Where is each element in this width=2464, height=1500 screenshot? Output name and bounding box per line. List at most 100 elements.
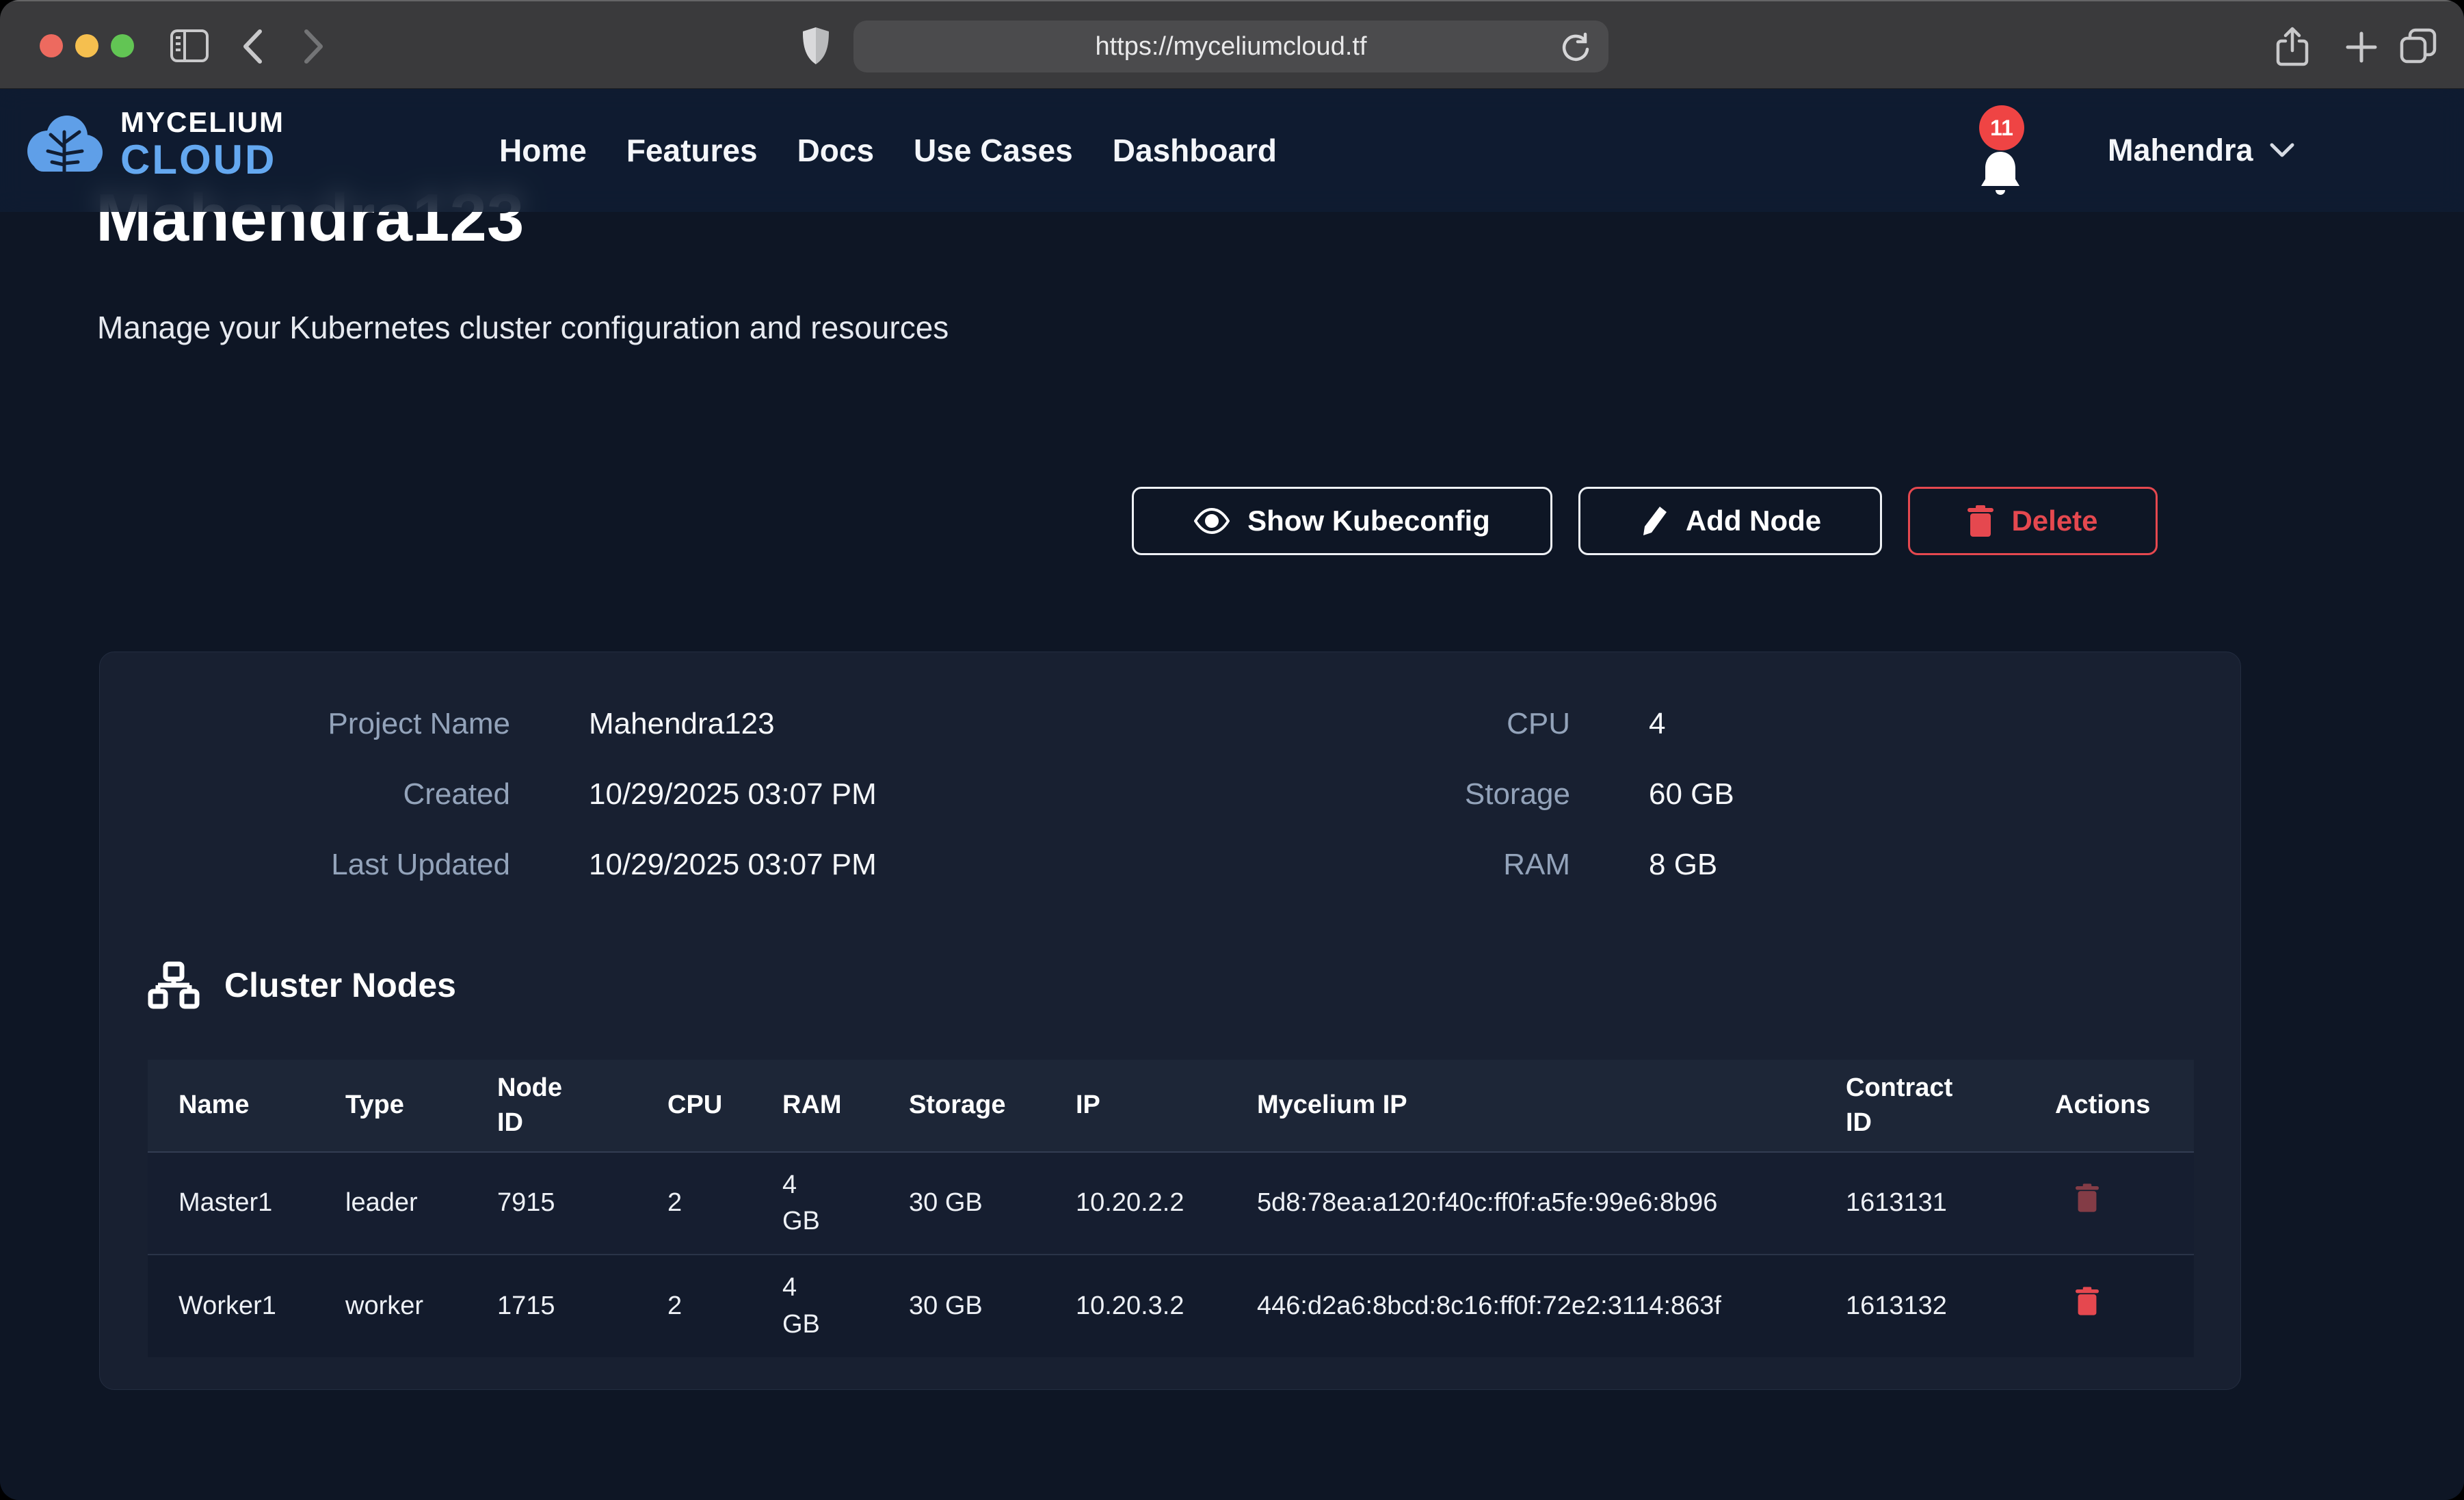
delete-node-icon[interactable] — [2076, 1183, 2099, 1212]
cell-type: worker — [315, 1255, 466, 1357]
col-type: Type — [315, 1060, 466, 1152]
logo-text: MYCELIUM CLOUD — [120, 108, 284, 180]
nav-item-dashboard[interactable]: Dashboard — [1113, 132, 1277, 169]
notifications-button[interactable]: 11 — [1970, 109, 2058, 198]
add-node-button[interactable]: Add Node — [1578, 487, 1882, 555]
cluster-details-panel: Project Name Mahendra123 Created 10/29/2… — [99, 652, 2241, 1390]
col-contract-id: Contract ID — [1815, 1060, 2024, 1152]
browser-toolbar: https://myceliumcloud.tf — [0, 0, 2464, 89]
cpu-label: CPU — [1160, 707, 1570, 741]
storage-label: Storage — [1160, 777, 1570, 812]
address-bar[interactable]: https://myceliumcloud.tf — [853, 21, 1608, 72]
cell-mycelium-ip: 446:d2a6:8bcd:8c16:ff0f:72e2:3114:863f — [1226, 1255, 1815, 1357]
reload-icon[interactable] — [1561, 31, 1591, 64]
show-kubeconfig-button[interactable]: Show Kubeconfig — [1132, 487, 1552, 555]
zoom-window-button[interactable] — [111, 34, 134, 57]
detail-row: Project Name Mahendra123 — [100, 707, 877, 745]
details-right: CPU 4 Storage 60 GB RAM 8 GB — [1160, 707, 1734, 886]
ram-value: 8 GB — [1649, 848, 1717, 882]
back-icon[interactable] — [241, 29, 264, 64]
created-value: 10/29/2025 03:07 PM — [589, 777, 877, 812]
url-text: https://myceliumcloud.tf — [1095, 32, 1366, 62]
col-actions: Actions — [2024, 1060, 2194, 1152]
nav-item-docs[interactable]: Docs — [797, 132, 874, 169]
col-name: Name — [148, 1060, 315, 1152]
logo-line1: MYCELIUM — [120, 106, 284, 138]
cell-name: Master1 — [148, 1152, 315, 1255]
detail-row: Last Updated 10/29/2025 03:07 PM — [100, 848, 877, 886]
close-window-button[interactable] — [40, 34, 63, 57]
cell-type: leader — [315, 1152, 466, 1255]
table-row: Worker1 worker 1715 2 4 GB 30 GB 10.20.3… — [148, 1255, 2194, 1357]
cell-node-id: 1715 — [466, 1255, 637, 1357]
new-tab-icon[interactable] — [2344, 30, 2379, 64]
minimize-window-button[interactable] — [75, 34, 98, 57]
page-content: Mahendra123 Manage your Kubernetes clust… — [0, 89, 2464, 1500]
cell-ram: 4 GB — [752, 1255, 878, 1357]
page-subtitle: Manage your Kubernetes cluster configura… — [97, 309, 949, 346]
cell-actions — [2024, 1255, 2194, 1357]
cell-storage: 30 GB — [878, 1152, 1045, 1255]
details-left: Project Name Mahendra123 Created 10/29/2… — [100, 707, 877, 886]
share-icon[interactable] — [2276, 26, 2309, 67]
storage-value: 60 GB — [1649, 777, 1734, 812]
user-name: Mahendra — [2108, 133, 2253, 168]
cell-ip: 10.20.3.2 — [1045, 1255, 1226, 1357]
cell-cpu: 2 — [637, 1255, 752, 1357]
logo-line2: CLOUD — [120, 139, 284, 180]
delete-cluster-button[interactable]: Delete — [1908, 487, 2158, 555]
cell-contract-id: 1613131 — [1815, 1152, 2024, 1255]
sidebar-icon[interactable] — [170, 29, 209, 63]
table-row: Master1 leader 7915 2 4 GB 30 GB 10.20.2… — [148, 1152, 2194, 1255]
chevron-down-icon — [2270, 142, 2294, 159]
col-node-id: Node ID — [466, 1060, 637, 1152]
col-ip: IP — [1045, 1060, 1226, 1152]
site-logo[interactable]: MYCELIUM CLOUD — [25, 108, 284, 180]
cell-mycelium-ip: 5d8:78ea:a120:f40c:ff0f:a5fe:99e6:8b96 — [1226, 1152, 1815, 1255]
nav-links: Home Features Docs Use Cases Dashboard — [499, 89, 1277, 212]
user-menu[interactable]: Mahendra — [2108, 89, 2294, 212]
bell-icon — [1979, 150, 2022, 198]
col-storage: Storage — [878, 1060, 1045, 1152]
last-updated-label: Last Updated — [100, 848, 510, 882]
detail-row: RAM 8 GB — [1160, 848, 1734, 886]
eye-icon — [1194, 508, 1230, 534]
delete-node-icon[interactable] — [2076, 1287, 2099, 1315]
col-ram: RAM — [752, 1060, 878, 1152]
network-nodes-icon — [148, 961, 200, 1009]
cell-storage: 30 GB — [878, 1255, 1045, 1357]
created-label: Created — [100, 777, 510, 812]
forward-icon[interactable] — [302, 29, 326, 64]
cell-name: Worker1 — [148, 1255, 315, 1357]
cell-node-id: 7915 — [466, 1152, 637, 1255]
nav-item-features[interactable]: Features — [626, 132, 758, 169]
cell-contract-id: 1613132 — [1815, 1255, 2024, 1357]
project-name-label: Project Name — [100, 707, 510, 741]
cluster-actions: Show Kubeconfig Add Node — [1132, 487, 2158, 555]
browser-window: https://myceliumcloud.tf — [0, 0, 2464, 1500]
project-name-value: Mahendra123 — [589, 707, 775, 741]
nav-item-home[interactable]: Home — [499, 132, 587, 169]
tab-overview-icon[interactable] — [2399, 27, 2437, 66]
cluster-nodes-title: Cluster Nodes — [224, 965, 456, 1005]
trash-icon — [1968, 505, 1993, 537]
cluster-nodes-heading: Cluster Nodes — [148, 961, 456, 1009]
mycelium-logo-icon — [25, 111, 105, 177]
delete-label: Delete — [2011, 505, 2097, 537]
add-node-label: Add Node — [1686, 505, 1821, 537]
detail-row: Created 10/29/2025 03:07 PM — [100, 777, 877, 816]
privacy-shield-icon — [802, 26, 830, 66]
col-cpu: CPU — [637, 1060, 752, 1152]
cell-ip: 10.20.2.2 — [1045, 1152, 1226, 1255]
cell-actions — [2024, 1152, 2194, 1255]
cell-ram: 4 GB — [752, 1152, 878, 1255]
cell-cpu: 2 — [637, 1152, 752, 1255]
table-header-row: Name Type Node ID CPU RAM Storage IP Myc… — [148, 1060, 2194, 1152]
last-updated-value: 10/29/2025 03:07 PM — [589, 848, 877, 882]
nav-item-use-cases[interactable]: Use Cases — [914, 132, 1073, 169]
detail-row: Storage 60 GB — [1160, 777, 1734, 816]
show-kubeconfig-label: Show Kubeconfig — [1247, 505, 1490, 537]
col-mycelium-ip: Mycelium IP — [1226, 1060, 1815, 1152]
ram-label: RAM — [1160, 848, 1570, 882]
detail-row: CPU 4 — [1160, 707, 1734, 745]
